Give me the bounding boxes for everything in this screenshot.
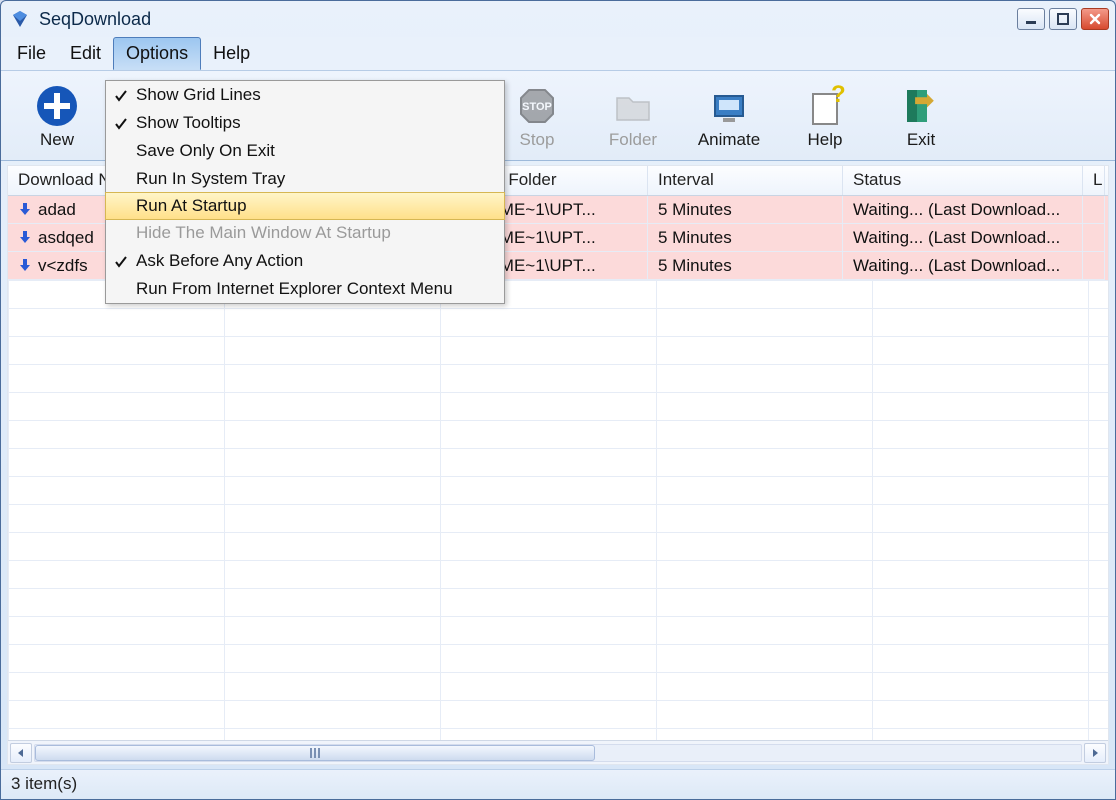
menu-file[interactable]: File	[5, 37, 58, 70]
folder-icon	[611, 82, 655, 130]
check-icon	[114, 88, 128, 102]
menu-item-label: Run From Internet Explorer Context Menu	[136, 279, 453, 299]
table-cell	[1083, 252, 1105, 280]
status-bar: 3 item(s)	[1, 769, 1115, 799]
table-cell: Waiting... (Last Download...	[843, 224, 1083, 252]
menu-edit[interactable]: Edit	[58, 37, 113, 70]
table-cell	[1083, 196, 1105, 224]
menu-options[interactable]: Options	[113, 37, 201, 70]
menu-item[interactable]: Show Grid Lines	[106, 81, 504, 109]
table-cell	[1083, 224, 1105, 252]
folder-button: Folder	[585, 75, 681, 156]
toolbar-label: Exit	[907, 130, 935, 150]
toolbar-label: Stop	[520, 130, 555, 150]
menu-item[interactable]: Run From Internet Explorer Context Menu	[106, 275, 504, 303]
help-button[interactable]: Help	[777, 75, 873, 156]
help-icon	[803, 82, 847, 130]
menu-item-label: Run At Startup	[136, 196, 247, 216]
options-menu-popup: Show Grid Lines Show Tooltips Save Only On…	[105, 80, 505, 304]
download-arrow-icon	[18, 230, 34, 246]
close-button[interactable]	[1081, 8, 1109, 30]
menu-item[interactable]: Show Tooltips	[106, 109, 504, 137]
scroll-right-button[interactable]	[1084, 743, 1106, 763]
app-icon	[9, 8, 31, 30]
menu-item-label: Show Grid Lines	[136, 85, 261, 105]
scroll-left-button[interactable]	[10, 743, 32, 763]
scroll-thumb[interactable]	[35, 745, 595, 761]
toolbar-label: New	[40, 130, 74, 150]
table-cell: Waiting... (Last Download...	[843, 252, 1083, 280]
menu-item: Hide The Main Window At Startup	[106, 219, 504, 247]
check-icon	[114, 254, 128, 268]
table-cell: 5 Minutes	[648, 252, 843, 280]
scroll-track[interactable]	[34, 744, 1082, 762]
exit-button[interactable]: Exit	[873, 75, 969, 156]
window-title: SeqDownload	[39, 9, 151, 30]
column-header[interactable]: Interval	[648, 166, 843, 195]
menu-item-label: Show Tooltips	[136, 113, 241, 133]
menu-item[interactable]: Run In System Tray	[106, 165, 504, 193]
new-button[interactable]: New	[9, 75, 105, 156]
exit-icon	[899, 82, 943, 130]
menu-item[interactable]: Ask Before Any Action	[106, 247, 504, 275]
menu-bar: FileEditOptionsHelp	[1, 37, 1115, 71]
download-arrow-icon	[18, 258, 34, 274]
window: SeqDownload FileEditOptionsHelp NewCopyM…	[0, 0, 1116, 800]
minimize-button[interactable]	[1017, 8, 1045, 30]
toolbar-label: Animate	[698, 130, 760, 150]
horizontal-scrollbar[interactable]	[8, 740, 1108, 764]
menu-item[interactable]: Save Only On Exit	[106, 137, 504, 165]
toolbar-label: Folder	[609, 130, 657, 150]
maximize-button[interactable]	[1049, 8, 1077, 30]
menu-item-label: Save Only On Exit	[136, 141, 275, 161]
status-text: 3 item(s)	[11, 774, 77, 793]
animate-button[interactable]: Animate	[681, 75, 777, 156]
download-arrow-icon	[18, 202, 34, 218]
toolbar-label: Help	[808, 130, 843, 150]
stop-icon	[515, 82, 559, 130]
table-cell: Waiting... (Last Download...	[843, 196, 1083, 224]
menu-item-label: Hide The Main Window At Startup	[136, 223, 391, 243]
column-header[interactable]: Status	[843, 166, 1083, 195]
menu-item-label: Ask Before Any Action	[136, 251, 303, 271]
column-header[interactable]: L	[1083, 166, 1105, 195]
menu-help[interactable]: Help	[201, 37, 262, 70]
table-cell: 5 Minutes	[648, 196, 843, 224]
table-cell: 5 Minutes	[648, 224, 843, 252]
plus-icon	[35, 82, 79, 130]
menu-item-label: Run In System Tray	[136, 169, 285, 189]
title-bar: SeqDownload	[1, 1, 1115, 37]
check-icon	[114, 116, 128, 130]
menu-item[interactable]: Run At Startup	[105, 192, 505, 220]
animate-icon	[707, 82, 751, 130]
